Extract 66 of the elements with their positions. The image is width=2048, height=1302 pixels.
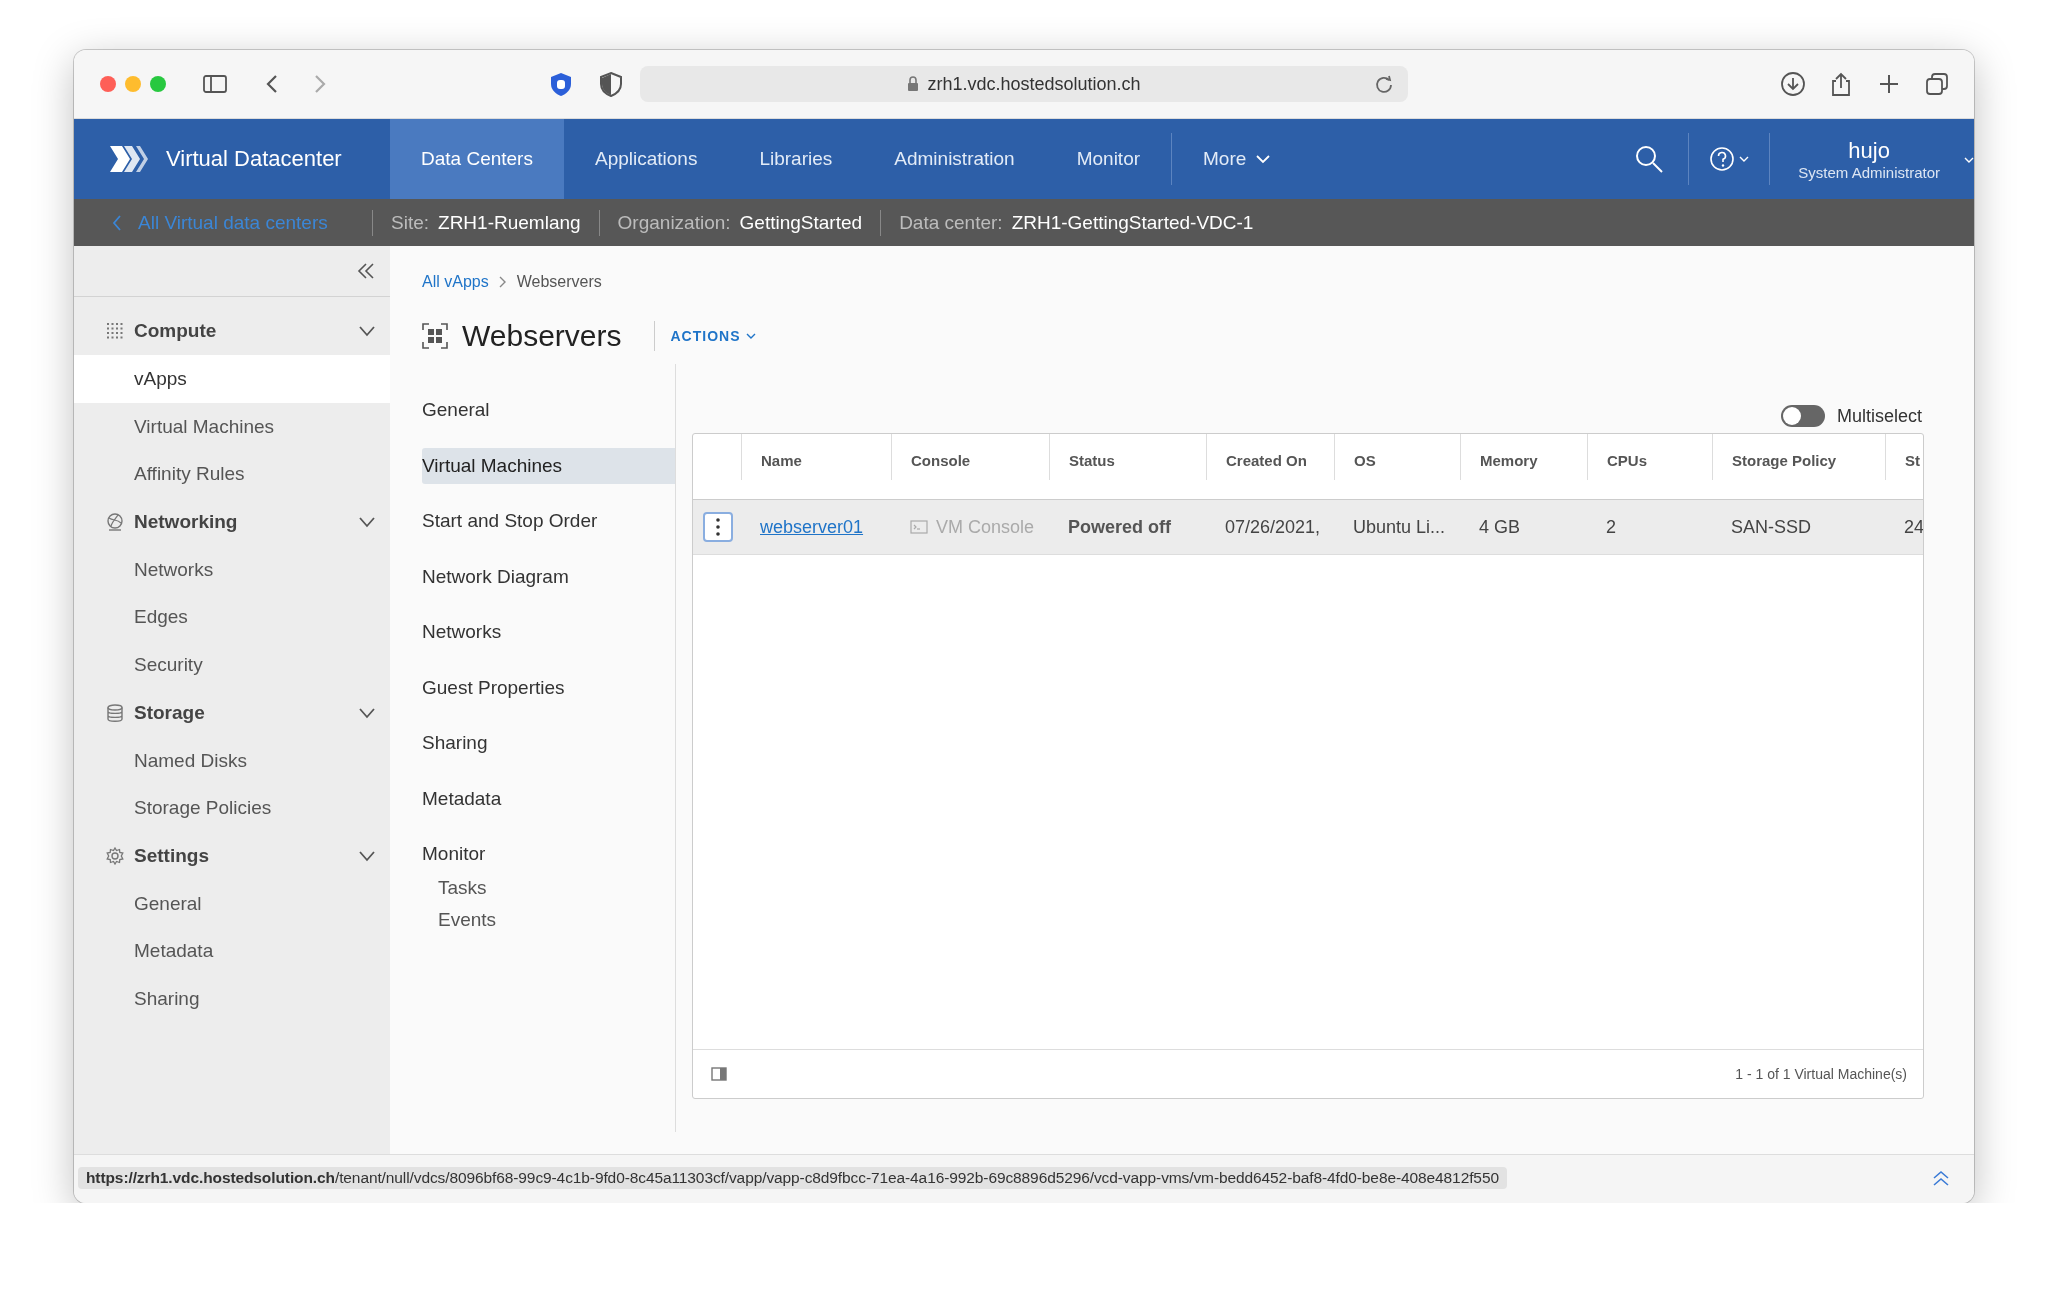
more-menu[interactable]: More [1172,119,1302,199]
subnav-item[interactable]: General [422,392,675,428]
url-text: zrh1.vdc.hostedsolution.ch [927,73,1141,95]
sidebar-group[interactable]: Settings [74,831,390,880]
sidebar-item[interactable]: General [74,879,390,928]
context-label: Organization: [617,210,731,235]
page-title: Webservers [462,319,622,353]
subnav-item[interactable]: Metadata [422,780,675,817]
sidebar-item[interactable]: Virtual Machines [74,402,390,451]
nav-tab[interactable]: Administration [863,119,1046,199]
subnav-item[interactable]: Start and Stop Order [422,503,675,539]
nav-tab[interactable]: Applications [563,119,729,199]
sidebar-item[interactable]: Named Disks [74,736,390,785]
column-header[interactable]: Console [891,434,1049,480]
column-header[interactable]: St [1885,434,1923,480]
sidebar-item[interactable]: Storage Policies [74,784,390,832]
table-cell-text: 07/26/2021, [1224,516,1322,538]
table-cell-text: Ubuntu Li... [1352,516,1447,538]
context-value: GettingStarted [739,210,863,235]
vm-link[interactable]: webserver01 [760,516,864,538]
app-title: Virtual Datacenter [166,146,342,172]
column-header[interactable]: CPUs [1587,434,1712,480]
column-header[interactable]: Memory [1460,434,1587,480]
column-header[interactable]: Name [741,434,891,480]
context-value: ZRH1-Ruemlang [438,210,581,235]
sidebar-group[interactable]: Networking [74,497,390,546]
breadcrumb-current: Webservers [516,273,602,291]
sidebar-item[interactable]: Sharing [74,974,390,1023]
column-header[interactable]: OS [1334,434,1460,480]
table-cell-text: 24 [1903,516,1923,538]
sidebar-item[interactable]: Security [74,640,390,689]
subnav-item[interactable]: Monitor [422,836,675,872]
address-bar[interactable]: zrh1.vdc.hostedsolution.ch [640,66,1408,102]
context-label: Site: [391,210,430,235]
nav-tab[interactable]: Monitor [1045,119,1172,199]
sidebar-item[interactable]: vApps [74,355,390,403]
actions-menu[interactable]: ACTIONS [653,321,756,351]
sidebar-item[interactable]: Metadata [74,927,390,975]
toggle-label: Multiselect [1836,405,1922,427]
subnav-item[interactable]: Guest Properties [422,669,675,706]
context-value: ZRH1-GettingStarted-VDC-1 [1011,210,1254,235]
subnav-item[interactable]: Networks [422,614,675,650]
column-header[interactable]: Created On [1206,434,1334,480]
nav-tab[interactable]: Data Centers [390,119,564,199]
subnav-item[interactable]: Virtual Machines [422,447,675,484]
subnav-item[interactable]: Network Diagram [422,558,675,595]
sidebar-group[interactable]: Storage [74,688,390,737]
status-url: https://zrh1.vdc.hostedsolution.ch/tenant/null/vdcs/8096bf68-99c9-4c1b-9fd0-8c45a11303cf/vapp/vapp-c8d9fbcc-71ea-4a16-992b-69c8896d5296/vcd-vapp-vms/vm-bedd6452-baf8-4fd0-be8e-408e4812f550 [78,1167,1507,1189]
subnav-item[interactable]: Tasks [422,872,675,904]
table-cell-text: SAN-SSD [1730,516,1812,538]
nav-tab[interactable]: Libraries [728,119,864,199]
breadcrumb-link[interactable]: All vApps [422,273,489,291]
table-cell-text: 2 [1605,516,1617,538]
user-menu[interactable]: hujo System Administrator [1770,119,1974,199]
column-header[interactable]: Status [1049,434,1206,480]
table-cell-text: Powered off [1067,516,1172,538]
subnav-item[interactable]: Events [422,904,675,936]
sidebar-item[interactable]: Networks [74,545,390,594]
pagination-text: 1 - 1 of 1 Virtual Machine(s) [1735,1066,1907,1082]
sidebar-item[interactable]: Affinity Rules [74,450,390,498]
subnav-item[interactable]: Sharing [422,725,675,761]
context-label: Data center: [899,210,1003,235]
table-cell-text: 4 GB [1478,516,1522,538]
column-header[interactable]: Storage Policy [1712,434,1885,480]
sidebar-item[interactable]: Edges [74,593,390,641]
sidebar-group[interactable]: Compute [74,307,390,355]
